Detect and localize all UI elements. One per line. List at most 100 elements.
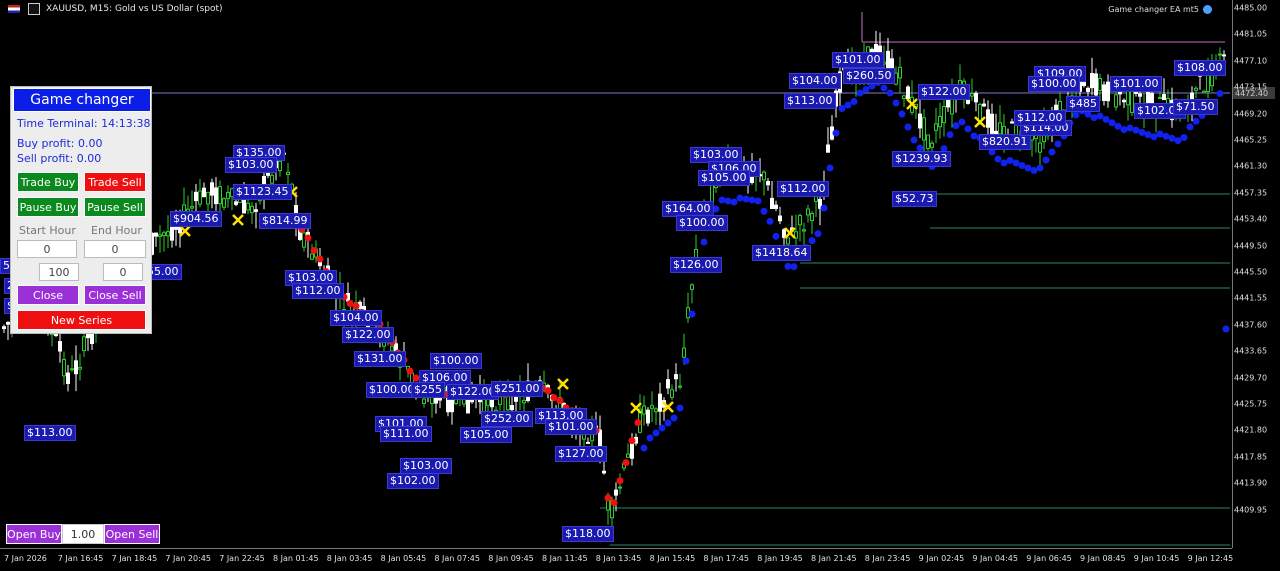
ea-badge[interactable]: Game changer EA mt5 — [1108, 5, 1212, 14]
candle-body — [202, 187, 206, 198]
buy-signal-dot — [772, 232, 780, 240]
candle-body — [82, 336, 86, 352]
candle-body — [654, 408, 658, 413]
buy-signal-dot — [1024, 164, 1032, 172]
candle-body — [218, 186, 222, 205]
time-tick-label: 8 Jan 13:45 — [595, 554, 642, 563]
buy-signal-dot — [970, 132, 978, 140]
candle-body — [894, 72, 898, 85]
candle-body — [762, 171, 766, 181]
trade-sell-button[interactable]: Trade Sell — [84, 172, 146, 192]
time-tick-label: 9 Jan 10:45 — [1133, 554, 1180, 563]
time-tick-label: 8 Jan 11:45 — [542, 554, 588, 563]
trade-price-label: $100.00 — [676, 215, 728, 231]
trade-price-label: $122.00 — [342, 327, 394, 343]
open-buy-button[interactable]: Open Buy — [6, 524, 62, 544]
time-tick-label: 8 Jan 03:45 — [326, 554, 373, 563]
close-buy-button[interactable]: Close — [17, 285, 79, 305]
symbol-title: XAUUSD, M15: Gold vs US Dollar (spot) — [46, 4, 223, 14]
candle-body — [766, 180, 770, 186]
sell-signal-dot — [346, 300, 354, 307]
open-sell-button[interactable]: Open Sell — [104, 524, 160, 544]
pause-buy-button[interactable]: Pause Buy — [17, 197, 79, 217]
buy-signal-dot — [700, 238, 708, 246]
candlestick-chart[interactable] — [0, 0, 1280, 570]
sell-signal-dot — [634, 419, 642, 427]
buy-signal-dot — [880, 84, 888, 92]
buy-signal-dot — [814, 230, 822, 238]
trade-price-label: $103.00 — [225, 157, 277, 173]
time-tick-label: 7 Jan 18:45 — [111, 554, 158, 563]
time-tick-label: 8 Jan 05:45 — [380, 554, 427, 563]
sell-signal-dot — [628, 437, 636, 445]
trade-buy-button[interactable]: Trade Buy — [17, 172, 79, 192]
time-terminal: Time Terminal: 14:13:38 — [17, 117, 151, 130]
trade-price-label: $1418.64 — [752, 245, 811, 261]
time-tick-label: 9 Jan 08:45 — [1080, 554, 1126, 563]
buy-signal-dot — [688, 310, 696, 318]
trade-price-label: $112.00 — [1014, 110, 1066, 126]
sell-signal-dot — [352, 302, 360, 310]
price-tick-label: 4409.95 — [1234, 505, 1268, 515]
candle-body — [70, 368, 74, 371]
chart-header: XAUUSD, M15: Gold vs US Dollar (spot) — [0, 0, 1230, 18]
sell-signal-dot — [556, 397, 564, 405]
candle-body — [810, 212, 814, 222]
trade-price-label: $105.00 — [460, 427, 512, 443]
buy-signal-dot — [742, 195, 750, 203]
trade-price-label: $100.00 — [430, 353, 482, 369]
new-series-button[interactable]: New Series — [17, 310, 146, 330]
candle-body — [934, 123, 938, 131]
lot-size-input[interactable]: 1.00 — [62, 524, 104, 544]
time-tick-label: 9 Jan 12:45 — [1187, 554, 1234, 563]
candle-body — [926, 134, 930, 150]
candle-body — [214, 187, 218, 205]
toolbar-icon[interactable] — [28, 3, 40, 15]
candle-body — [198, 190, 202, 205]
candle-body — [974, 93, 978, 103]
candle-body — [666, 379, 670, 389]
time-tick-label: 8 Jan 17:45 — [703, 554, 749, 563]
buy-signal-dot — [1108, 119, 1116, 127]
candle-body — [2, 326, 6, 330]
param-b-input[interactable]: 0 — [103, 263, 143, 281]
buy-signal-dot — [904, 123, 912, 131]
candle-body — [966, 99, 970, 104]
buy-signal-dot — [1048, 148, 1056, 156]
candle-body — [310, 253, 314, 260]
candle-body — [922, 117, 926, 141]
buy-signal-dot — [1072, 111, 1080, 119]
candle-body — [1222, 54, 1226, 57]
buy-signal-dot — [1042, 156, 1050, 164]
start-hour-input[interactable]: 0 — [17, 240, 77, 258]
buy-signal-dot — [820, 204, 828, 212]
buy-signal-dot — [784, 262, 792, 270]
trade-price-label: $131.00 — [354, 351, 406, 367]
candle-body — [58, 341, 62, 352]
candle-body — [278, 160, 282, 172]
buy-signal-dot — [832, 129, 840, 137]
buy-signal-dot — [1216, 90, 1224, 98]
sell-signal-dot — [616, 477, 624, 485]
end-hour-input[interactable]: 0 — [84, 240, 146, 258]
time-tick-label: 8 Jan 21:45 — [811, 554, 857, 563]
candle-body — [194, 191, 198, 202]
sell-profit: Sell profit: 0.00 — [17, 152, 102, 165]
buy-signal-dot — [844, 101, 852, 109]
trade-price-label: $255 — [411, 382, 445, 398]
trade-x-marker — [232, 214, 244, 226]
close-sell-button[interactable]: Close Sell — [84, 285, 146, 305]
pause-sell-button[interactable]: Pause Sell — [84, 197, 146, 217]
buy-signal-dot — [1180, 134, 1188, 142]
buy-signal-dot — [646, 434, 654, 442]
candle-body — [642, 405, 646, 415]
buy-signal-dot — [1156, 130, 1164, 138]
buy-signal-dot — [808, 237, 816, 245]
flag-icon — [8, 5, 20, 13]
candle-body — [1122, 99, 1126, 103]
candle-body — [998, 122, 1002, 135]
candle-body — [1138, 93, 1142, 97]
trade-price-label: $102.00 — [387, 473, 439, 489]
param-a-input[interactable]: 100 — [39, 263, 79, 281]
buy-signal-dot — [1030, 167, 1038, 174]
